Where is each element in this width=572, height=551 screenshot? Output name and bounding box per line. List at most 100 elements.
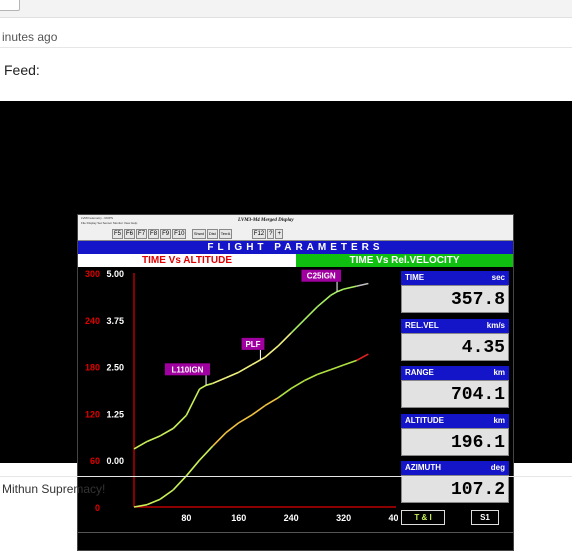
velocity-series-line	[159, 427, 174, 437]
annotation-label: C25IGN	[307, 272, 336, 281]
altitude-chart-label: TIME Vs ALTITUDE	[78, 254, 296, 267]
window-menu: File Display Set Sensor Monitor View Hel…	[81, 221, 138, 225]
y-left-tick-label: 0	[95, 503, 100, 513]
y-left-tick-label: 120	[85, 409, 100, 419]
panel-label: REL.VEL km/s	[401, 319, 509, 333]
panel-value: 4.35	[401, 333, 509, 361]
panel-value: 357.8	[401, 285, 509, 313]
window-title: LVM3-M4 Merged Display	[238, 218, 294, 223]
altitude-series-line	[303, 373, 318, 382]
altitude-series-line	[277, 387, 292, 399]
y-left-tick-label: 60	[90, 456, 100, 466]
x-tick-label: 80	[181, 513, 191, 523]
altitude-series-line	[185, 459, 201, 477]
toolbar-key: F7	[136, 229, 148, 239]
velocity-series-line	[172, 414, 187, 429]
divider	[0, 47, 572, 48]
panel-label-text: ALTITUDE	[405, 416, 444, 425]
velocity-series-line	[251, 356, 266, 366]
x-tick-label: 240	[284, 513, 299, 523]
panel-range: RANGE km 704.1	[401, 366, 509, 410]
top-toolbar-strip	[0, 0, 572, 18]
y-right-tick-label: 0.00	[106, 456, 124, 466]
flight-parameters-header: FLIGHT PARAMETERS	[78, 241, 513, 254]
panel-label-text: TIME	[405, 273, 425, 282]
altitude-series-line	[159, 489, 174, 500]
x-tick-label: 320	[336, 513, 351, 523]
velocity-series-line	[146, 435, 161, 443]
panel-label: AZIMUTH deg	[401, 461, 509, 475]
panel-unit: km	[493, 416, 505, 425]
altitude-series-line	[198, 445, 214, 461]
altitude-series-line	[238, 414, 253, 424]
comment-text: Mithun Supremacy!	[2, 482, 106, 496]
panel-unit: km/s	[486, 321, 505, 330]
velocity-series-line	[199, 384, 207, 390]
velocity-series-line	[133, 440, 148, 450]
panel-azimuth: AZIMUTH deg 107.2	[401, 461, 509, 505]
feed-label: Feed:	[4, 62, 40, 78]
y-right-tick-label: 2.50	[106, 363, 124, 373]
velocity-series-line	[303, 306, 318, 321]
panel-label: TIME sec	[401, 271, 509, 285]
velocity-series-line	[212, 377, 227, 385]
panel-altitude: ALTITUDE km 196.1	[401, 414, 509, 458]
toolbar-key: F12	[251, 229, 267, 239]
x-tick-label: 400	[388, 513, 398, 523]
panel-label: ALTITUDE km	[401, 414, 509, 428]
velocity-series-line	[205, 382, 213, 387]
y-right-tick-label: 3.75	[106, 316, 124, 326]
altitude-series-line	[264, 397, 279, 407]
panel-value: 704.1	[401, 380, 509, 408]
toolbar-key: TerrA	[218, 229, 233, 239]
s1-button[interactable]: S1	[471, 510, 499, 525]
t-and-i-button[interactable]: T & I	[401, 510, 445, 525]
panel-label-text: REL.VEL	[405, 321, 439, 330]
annotation-label: PLF	[245, 340, 260, 349]
display-bottom-divider	[78, 532, 513, 533]
velocity-series-line	[225, 371, 240, 379]
panel-unit: km	[493, 368, 505, 377]
panel-unit: sec	[491, 273, 505, 282]
altitude-series-line	[172, 475, 187, 491]
top-partial-button[interactable]	[0, 0, 20, 11]
video-player[interactable]: LVM3 telemetry - ROPS File Display Set S…	[0, 101, 572, 551]
flight-chart: 0 60 120 180 240 300 0.00 1.25 2.50 3.75 5.00 80 160…	[78, 267, 404, 527]
altitude-series-line	[212, 432, 227, 447]
toolbar-key: Shwd	[191, 229, 206, 239]
panel-time: TIME sec 357.8	[401, 271, 509, 315]
x-tick-label: 160	[231, 513, 246, 523]
velocity-series-line	[238, 364, 253, 373]
panel-unit: deg	[490, 463, 505, 472]
altitude-series-line	[343, 359, 357, 366]
velocity-series-line	[277, 332, 292, 347]
post-timestamp: inutes ago	[2, 30, 58, 44]
help-key: ?	[267, 229, 275, 239]
toolbar-key: Dist	[206, 229, 218, 239]
toolbar-key: F8	[148, 229, 160, 239]
velocity-series-line	[336, 288, 344, 293]
altitude-series-line	[330, 364, 344, 371]
panel-label: RANGE km	[401, 366, 509, 380]
telemetry-display: LVM3 telemetry - ROPS File Display Set S…	[77, 214, 514, 551]
velocity-series-line	[264, 345, 279, 358]
panel-label-text: AZIMUTH	[405, 463, 441, 472]
velocity-series-line	[290, 319, 305, 334]
y-right-tick-label: 1.25	[106, 409, 124, 419]
toolbar-key: F10	[172, 229, 187, 239]
y-left-tick-label: 180	[85, 363, 100, 373]
toolbar-key: F5	[112, 229, 124, 239]
window-titlebar: LVM3 telemetry - ROPS File Display Set S…	[78, 215, 513, 241]
flight-chart-svg: 0 60 120 180 240 300 0.00 1.25 2.50 3.75 5.00 80 160…	[85, 269, 404, 523]
plus-key: +	[275, 229, 283, 239]
y-left-tick-label: 300	[85, 269, 100, 279]
toolbar-key: F9	[160, 229, 172, 239]
annotation-label: L110IGN	[171, 365, 203, 374]
panel-label-text: RANGE	[405, 368, 434, 377]
y-left-tick-label: 240	[85, 316, 100, 326]
velocity-chart-label: TIME Vs Rel.VELOCITY	[296, 254, 513, 267]
velocity-series-line	[356, 282, 369, 287]
altitude-series-line	[146, 498, 161, 506]
panel-relvel: REL.VEL km/s 4.35	[401, 319, 509, 363]
velocity-series-line	[185, 388, 201, 416]
